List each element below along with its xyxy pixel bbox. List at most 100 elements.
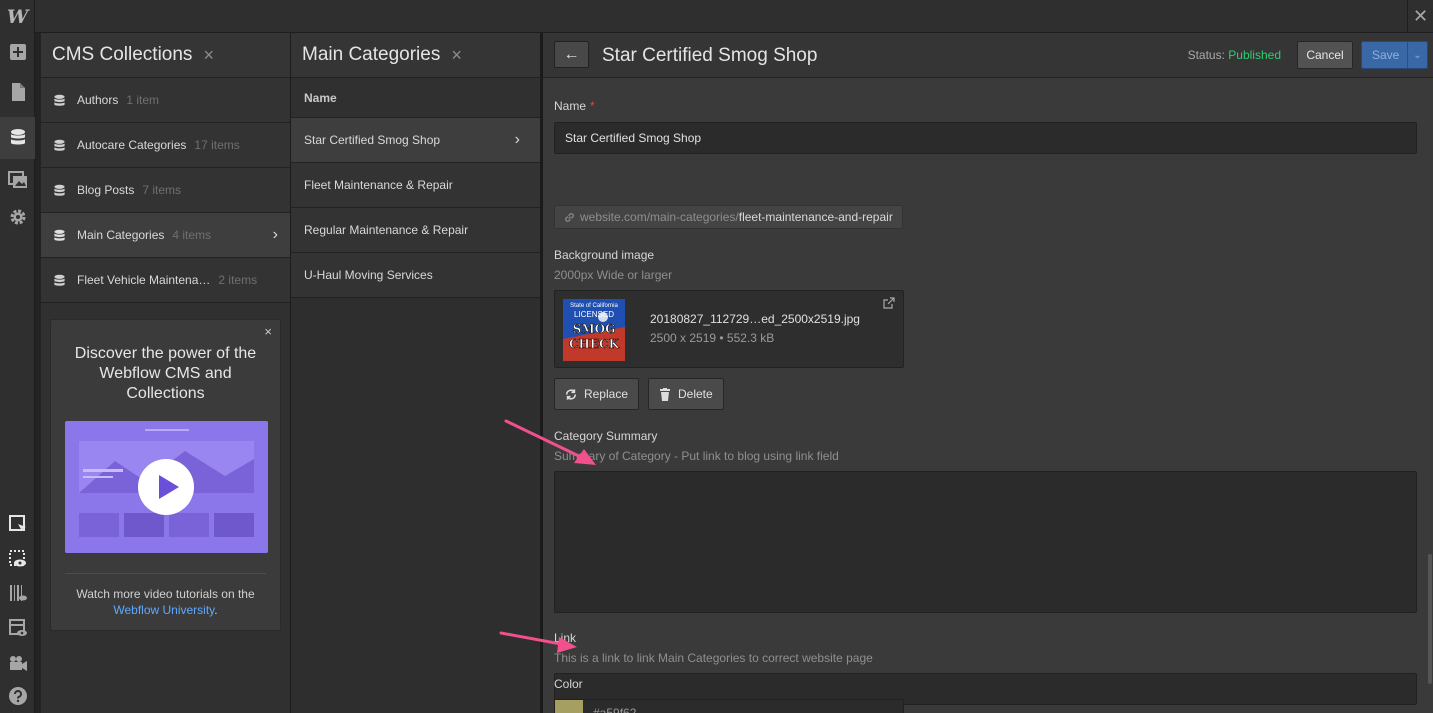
collection-count: 2 items	[218, 273, 258, 287]
thumb-line-1: State of California	[570, 303, 618, 309]
color-hex-text: #a59f62	[593, 706, 637, 713]
category-item[interactable]: Fleet Maintenance & Repair	[291, 163, 540, 208]
back-button[interactable]: ←	[554, 41, 589, 68]
chevron-right-icon: ›	[272, 226, 278, 243]
add-icon	[9, 44, 26, 60]
status-label: Status:	[1187, 48, 1225, 62]
collection-name: Authors	[77, 93, 119, 107]
close-icon[interactable]: ✕	[1407, 0, 1433, 33]
select-icon	[8, 515, 26, 531]
panel-title: CMS Collections	[52, 44, 193, 65]
image-filename: 20180827_112729…ed_2500x2519.jpg	[650, 312, 860, 326]
gear-icon	[10, 209, 25, 225]
category-item[interactable]: U-Haul Moving Services	[291, 253, 540, 298]
collection-count: 7 items	[142, 183, 182, 197]
category-summary-hint: Summary of Category - Put link to blog u…	[554, 449, 839, 463]
database-icon	[54, 184, 65, 196]
collections-panel-header: CMS Collections ×	[41, 33, 290, 78]
video-icon	[9, 656, 27, 671]
categories-panel-header: Main Categories ×	[291, 33, 540, 78]
collection-name: Autocare Categories	[77, 138, 187, 152]
editor-icon	[8, 619, 27, 636]
webflow-university-link[interactable]: Webflow University	[113, 603, 214, 617]
assets-icon	[7, 171, 27, 188]
collection-item-authors[interactable]: Authors 1 item	[41, 78, 290, 123]
thumb-line-3: SMOG	[573, 322, 616, 336]
preview-icon	[8, 550, 26, 567]
close-icon[interactable]: ×	[451, 45, 462, 66]
replace-label: Replace	[583, 387, 628, 401]
link-label: Link	[554, 631, 577, 645]
image-card: State of California LICENSED SMOG CHECK …	[554, 290, 904, 368]
link-hint: This is a link to link Main Categories t…	[554, 651, 873, 665]
status-value: Published	[1228, 48, 1281, 62]
refresh-icon	[565, 388, 577, 400]
editor-button[interactable]	[0, 609, 35, 647]
cancel-button[interactable]: Cancel	[1297, 41, 1353, 69]
image-meta: 20180827_112729…ed_2500x2519.jpg 2500 x …	[650, 312, 860, 345]
top-bar: ✕	[35, 0, 1433, 33]
play-icon	[138, 459, 194, 515]
main-categories-panel: Main Categories × Name Star Certified Sm…	[291, 33, 541, 713]
column-header-name[interactable]: Name	[291, 78, 540, 118]
delete-label: Delete	[678, 387, 713, 401]
color-picker[interactable]: #a59f62	[554, 699, 904, 713]
settings-button[interactable]	[0, 198, 35, 236]
cms-button[interactable]	[0, 117, 35, 159]
collection-item-fleet-vehicle[interactable]: Fleet Vehicle Maintena… 2 items	[41, 258, 290, 303]
category-summary-textarea[interactable]	[554, 471, 1417, 613]
color-swatch[interactable]	[555, 700, 583, 713]
smog-check-image: State of California LICENSED SMOG CHECK	[563, 299, 625, 361]
database-icon	[54, 274, 65, 286]
audit-icon	[9, 585, 27, 601]
image-thumbnail[interactable]: State of California LICENSED SMOG CHECK	[563, 299, 625, 361]
collection-item-autocare-categories[interactable]: Autocare Categories 17 items	[41, 123, 290, 168]
database-icon	[54, 139, 65, 151]
cms-icon	[10, 129, 25, 145]
chevron-right-icon: ›	[514, 131, 520, 148]
save-label: Save	[1372, 48, 1400, 62]
assets-button[interactable]	[0, 160, 35, 198]
link-icon	[565, 212, 574, 222]
collection-item-main-categories[interactable]: Main Categories 4 items ›	[41, 213, 290, 258]
help-button[interactable]	[0, 677, 35, 713]
preview-button[interactable]	[0, 540, 35, 578]
thumb-line-4: CHECK	[569, 337, 620, 351]
item-title: Star Certified Smog Shop	[602, 45, 818, 66]
close-icon[interactable]: ×	[264, 324, 272, 339]
delete-button[interactable]: Delete	[648, 378, 724, 410]
scrollbar[interactable]	[1427, 79, 1433, 713]
close-icon[interactable]: ×	[203, 45, 214, 66]
collection-item-blog-posts[interactable]: Blog Posts 7 items	[41, 168, 290, 213]
video-thumbnail[interactable]	[65, 421, 268, 553]
collection-name: Blog Posts	[77, 183, 135, 197]
cms-promo-card: × Discover the power of the Webflow CMS …	[50, 319, 281, 631]
collection-name: Main Categories	[77, 228, 165, 242]
replace-button[interactable]: Replace	[554, 378, 639, 410]
select-button[interactable]	[0, 505, 35, 543]
slug-value: fleet-maintenance-and-repair	[738, 210, 893, 224]
external-link-icon[interactable]	[883, 297, 895, 309]
category-item[interactable]: Regular Maintenance & Repair	[291, 208, 540, 253]
pages-button[interactable]	[0, 73, 35, 111]
category-summary-label: Category Summary	[554, 429, 658, 443]
name-input[interactable]: Star Certified Smog Shop	[554, 122, 1417, 154]
item-editor-panel: ← Star Certified Smog Shop Status: Publi…	[543, 33, 1433, 713]
category-name: U-Haul Moving Services	[304, 268, 433, 282]
slug-field[interactable]: website.com/main-categories/fleet-mainte…	[554, 205, 903, 229]
collections-list: Authors 1 item Autocare Categories 17 it…	[41, 78, 290, 303]
color-label-visible: Color	[554, 677, 583, 691]
collection-name: Fleet Vehicle Maintena…	[77, 273, 211, 287]
save-button[interactable]: Save ⌄	[1361, 41, 1428, 69]
category-item[interactable]: Star Certified Smog Shop ›	[291, 118, 540, 163]
trash-icon	[660, 387, 670, 401]
thumb-line-2: LICENSED	[574, 310, 614, 319]
name-label-text: Name	[554, 99, 587, 113]
chevron-down-icon[interactable]: ⌄	[1407, 42, 1427, 68]
audit-button[interactable]	[0, 574, 35, 612]
webflow-logo[interactable]: W	[0, 0, 35, 33]
arrow-left-icon: ←	[563, 45, 580, 63]
add-panel-button[interactable]	[0, 33, 35, 71]
scrollbar-thumb[interactable]	[1428, 554, 1432, 684]
image-dimensions: 2500 x 2519 • 552.3 kB	[650, 331, 775, 345]
